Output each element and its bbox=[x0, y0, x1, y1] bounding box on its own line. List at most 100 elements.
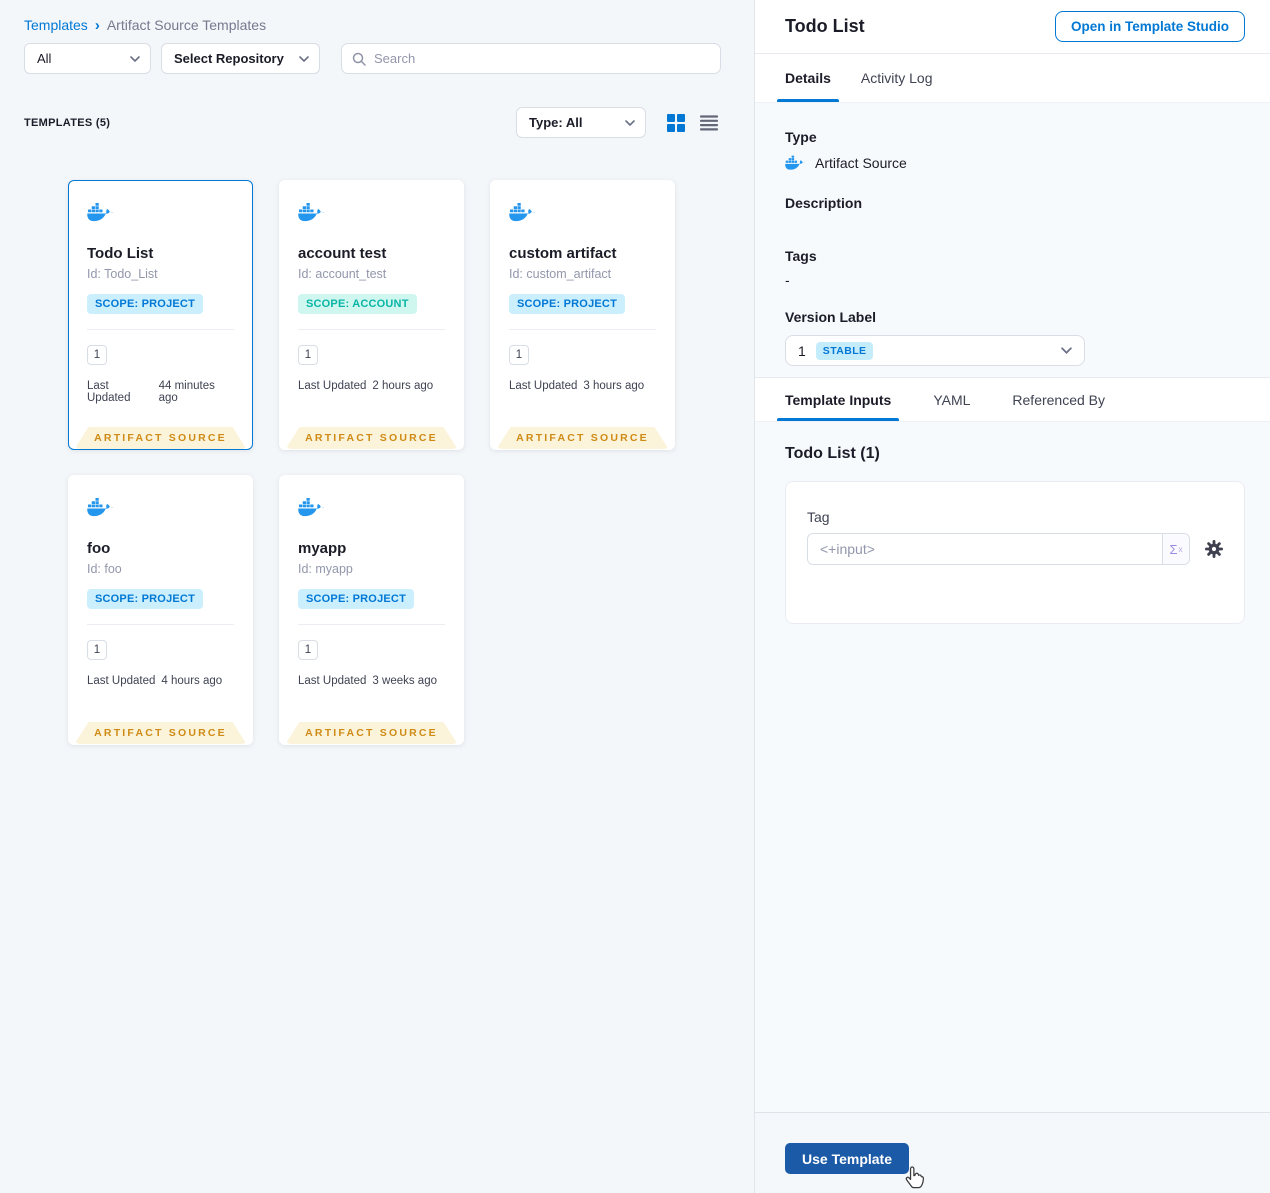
tag-field-label: Tag bbox=[807, 509, 830, 525]
chevron-down-icon bbox=[1061, 347, 1072, 354]
tags-label: Tags bbox=[785, 248, 817, 264]
template-card-todo-list[interactable]: Todo List Id: Todo_List SCOPE: PROJECT 1… bbox=[68, 180, 253, 450]
template-card-custom-artifact[interactable]: custom artifact Id: custom_artifact SCOP… bbox=[490, 180, 675, 450]
chevron-down-icon bbox=[625, 119, 635, 126]
card-divider bbox=[298, 624, 445, 625]
card-id: Id: account_test bbox=[298, 267, 387, 281]
card-divider bbox=[87, 624, 234, 625]
chevron-down-icon bbox=[130, 55, 140, 62]
last-updated-label: Last Updated bbox=[87, 675, 156, 687]
last-updated-label: Last Updated bbox=[298, 380, 367, 392]
filter-row: All Select Repository bbox=[24, 43, 721, 74]
breadcrumb-templates-link[interactable]: Templates bbox=[24, 17, 88, 33]
scope-badge: SCOPE: PROJECT bbox=[509, 294, 625, 314]
artifact-source-ribbon: ARTIFACT SOURCE bbox=[496, 427, 669, 449]
details-footer: Use Template bbox=[755, 1112, 1270, 1193]
tab-template-inputs[interactable]: Template Inputs bbox=[776, 378, 900, 421]
search-input[interactable] bbox=[374, 51, 710, 66]
tab-referenced-by[interactable]: Referenced By bbox=[1012, 378, 1105, 421]
tag-input[interactable] bbox=[808, 534, 1162, 564]
repository-filter-value: Select Repository bbox=[174, 51, 284, 66]
inputs-card: Tag Σx bbox=[785, 481, 1245, 624]
expression-sigma-button[interactable]: Σx bbox=[1162, 534, 1189, 564]
details-tabbar: Details Activity Log bbox=[755, 53, 1270, 103]
card-title: Todo List bbox=[87, 245, 154, 262]
scope-badge: SCOPE: PROJECT bbox=[298, 589, 414, 609]
scope-filter-dropdown[interactable]: All bbox=[24, 43, 151, 74]
card-id: Id: myapp bbox=[298, 562, 353, 576]
template-grid: Todo List Id: Todo_List SCOPE: PROJECT 1… bbox=[68, 180, 675, 745]
last-updated-label: Last Updated bbox=[298, 675, 367, 687]
last-updated-value: 2 hours ago bbox=[372, 380, 434, 392]
use-template-button[interactable]: Use Template bbox=[785, 1143, 909, 1174]
inputs-tabbar: Template Inputs YAML Referenced By bbox=[755, 377, 1270, 422]
artifact-source-ribbon: ARTIFACT SOURCE bbox=[285, 722, 458, 744]
card-title: account test bbox=[298, 245, 387, 262]
chevron-down-icon bbox=[299, 55, 309, 62]
type-filter-value: Type: All bbox=[529, 115, 583, 130]
docker-icon bbox=[785, 155, 806, 170]
details-fields: Type Artifact Source Description Tags - … bbox=[755, 103, 1270, 377]
card-id: Id: custom_artifact bbox=[509, 267, 612, 281]
templates-count-label: TEMPLATES (5) bbox=[24, 116, 111, 129]
version-count-chip: 1 bbox=[87, 640, 107, 660]
breadcrumb-current: Artifact Source Templates bbox=[106, 17, 267, 33]
docker-icon bbox=[87, 202, 114, 222]
inputs-heading: Todo List (1) bbox=[785, 445, 880, 462]
type-label: Type bbox=[785, 129, 817, 145]
card-divider bbox=[509, 329, 656, 330]
template-list-panel: Templates › Artifact Source Templates Al… bbox=[0, 0, 755, 1193]
template-card-foo[interactable]: foo Id: foo SCOPE: PROJECT 1 Last Update… bbox=[68, 475, 253, 745]
breadcrumb-chevron-icon: › bbox=[94, 16, 100, 34]
docker-icon bbox=[298, 497, 325, 517]
last-updated-value: 3 hours ago bbox=[583, 380, 645, 392]
docker-icon bbox=[509, 202, 536, 222]
docker-icon bbox=[298, 202, 325, 222]
template-details-panel: Todo List Open in Template Studio Detail… bbox=[755, 0, 1270, 1193]
list-view-icon[interactable] bbox=[700, 114, 718, 131]
type-filter-dropdown[interactable]: Type: All bbox=[516, 107, 646, 138]
last-updated-label: Last Updated bbox=[509, 380, 578, 392]
stable-badge: STABLE bbox=[815, 341, 874, 360]
card-id: Id: foo bbox=[87, 562, 122, 576]
artifact-source-ribbon: ARTIFACT SOURCE bbox=[74, 427, 247, 449]
card-title: myapp bbox=[298, 540, 347, 557]
list-toolbar: TEMPLATES (5) Type: All bbox=[24, 106, 718, 139]
sigma-sup: x bbox=[1178, 544, 1183, 554]
open-in-template-studio-button[interactable]: Open in Template Studio bbox=[1054, 11, 1245, 42]
sigma-icon: Σ bbox=[1169, 541, 1178, 557]
breadcrumb: Templates › Artifact Source Templates bbox=[24, 17, 266, 33]
description-label: Description bbox=[785, 195, 863, 211]
version-value: 1 bbox=[798, 342, 806, 359]
last-updated-label: Last Updated bbox=[87, 380, 131, 404]
tab-activity-log[interactable]: Activity Log bbox=[861, 54, 933, 102]
card-divider bbox=[87, 329, 234, 330]
template-card-account-test[interactable]: account test Id: account_test SCOPE: ACC… bbox=[279, 180, 464, 450]
search-icon bbox=[352, 52, 366, 66]
tab-yaml[interactable]: YAML bbox=[933, 378, 970, 421]
grid-view-icon[interactable] bbox=[667, 113, 685, 132]
repository-filter-dropdown[interactable]: Select Repository bbox=[161, 43, 320, 74]
version-dropdown[interactable]: 1 STABLE bbox=[785, 335, 1085, 366]
tags-value: - bbox=[785, 272, 790, 288]
scope-badge: SCOPE: PROJECT bbox=[87, 589, 203, 609]
card-title: custom artifact bbox=[509, 245, 617, 262]
last-updated-value: 4 hours ago bbox=[161, 675, 223, 687]
version-label: Version Label bbox=[785, 309, 877, 325]
card-divider bbox=[298, 329, 445, 330]
version-count-chip: 1 bbox=[87, 345, 107, 365]
scope-badge: SCOPE: PROJECT bbox=[87, 294, 203, 314]
type-value: Artifact Source bbox=[815, 155, 907, 171]
tab-details[interactable]: Details bbox=[777, 54, 839, 102]
version-count-chip: 1 bbox=[298, 640, 318, 660]
last-updated-value: 3 weeks ago bbox=[372, 675, 437, 687]
tag-input-wrap: Σx bbox=[807, 533, 1190, 565]
gear-icon[interactable] bbox=[1204, 539, 1224, 559]
card-id: Id: Todo_List bbox=[87, 267, 158, 281]
scope-badge: SCOPE: ACCOUNT bbox=[298, 294, 417, 314]
version-count-chip: 1 bbox=[298, 345, 318, 365]
card-title: foo bbox=[87, 540, 111, 557]
search-box bbox=[341, 43, 721, 74]
docker-icon bbox=[87, 497, 114, 517]
template-card-myapp[interactable]: myapp Id: myapp SCOPE: PROJECT 1 Last Up… bbox=[279, 475, 464, 745]
